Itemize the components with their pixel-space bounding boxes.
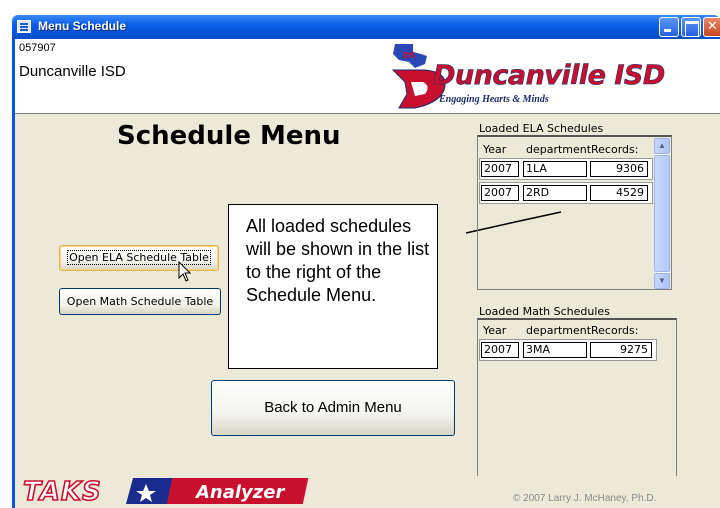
ela-row1-department: 1LA	[523, 161, 587, 177]
taks-word: TAKS	[23, 477, 102, 505]
open-math-schedule-button[interactable]: Open Math Schedule Table	[59, 288, 221, 315]
logo-wordmark: Duncanville ISD	[433, 60, 666, 92]
ela-list-scrollbar[interactable]: ▲ ▼	[654, 138, 670, 289]
ela-row2-records: 4529	[590, 185, 648, 201]
math-row1-records: 9275	[590, 342, 652, 358]
close-button[interactable]	[703, 17, 720, 37]
math-row1-department: 3MA	[523, 342, 587, 358]
math-col-year: Year	[483, 324, 507, 337]
taks-analyzer-logo: TAKS Analyzer	[22, 476, 309, 505]
ela-col-records: Records:	[591, 143, 639, 156]
district-name: Duncanville ISD	[19, 63, 126, 80]
form-icon	[17, 20, 31, 33]
minimize-button[interactable]	[659, 17, 679, 37]
math-row1-year: 2007	[481, 342, 519, 358]
scroll-thumb[interactable]	[654, 155, 670, 272]
ela-row1-records: 9306	[590, 161, 648, 177]
math-list-label: Loaded Math Schedules	[479, 305, 610, 318]
page-title: Schedule Menu	[117, 121, 341, 151]
mouse-cursor-icon	[178, 261, 192, 282]
window-title: Menu Schedule	[38, 19, 127, 33]
ela-row1-year: 2007	[481, 161, 519, 177]
duncanville-logo: DS Duncanville ISD Engaging Hearts & Min…	[385, 42, 710, 112]
district-code: 057907	[19, 42, 56, 54]
ela-col-year: Year	[483, 143, 507, 156]
math-col-department: department	[526, 324, 592, 337]
ela-row2-department: 2RD	[523, 185, 587, 201]
ela-list-label: Loaded ELA Schedules	[479, 122, 604, 135]
ela-col-department: department	[526, 143, 592, 156]
maximize-button[interactable]	[681, 17, 701, 37]
scroll-up-icon[interactable]: ▲	[654, 138, 670, 154]
ela-row2-year: 2007	[481, 185, 519, 201]
logo-tagline: Engaging Hearts & Minds	[439, 94, 549, 105]
callout-note: All loaded schedules will be shown in th…	[228, 204, 438, 369]
svg-text:DS: DS	[403, 51, 416, 60]
math-col-records: Records:	[591, 324, 639, 337]
title-bar: Menu Schedule	[12, 15, 720, 39]
copyright-text: © 2007 Larry J. McHaney, Ph.D.	[513, 493, 657, 504]
analyzer-word: Analyzer	[194, 482, 285, 503]
back-to-admin-button[interactable]: Back to Admin Menu	[211, 380, 455, 436]
open-ela-schedule-button[interactable]: Open ELA Schedule Table	[59, 245, 219, 271]
scroll-down-icon[interactable]: ▼	[654, 273, 670, 289]
